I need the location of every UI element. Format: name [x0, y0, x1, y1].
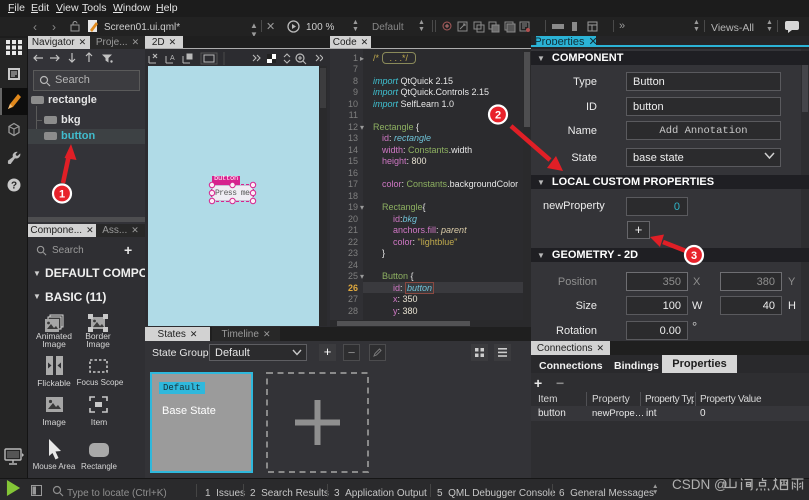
- svg-text:3: 3: [691, 250, 697, 262]
- svg-text:2: 2: [495, 110, 501, 122]
- svg-text:1: 1: [59, 189, 65, 201]
